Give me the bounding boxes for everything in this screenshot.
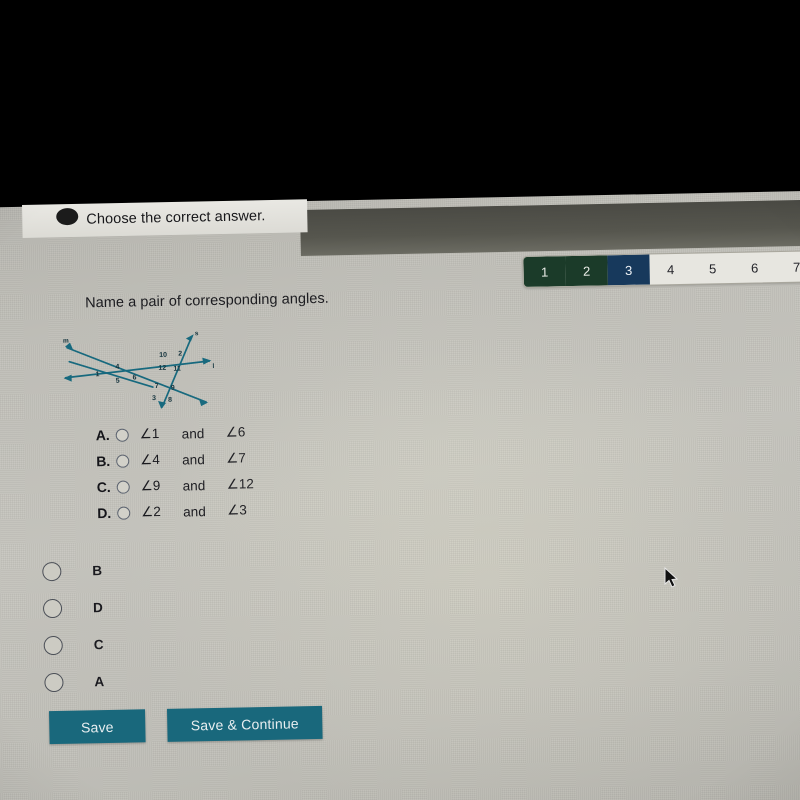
choice-d-angle2: ∠3 [227, 502, 247, 518]
quiz-content: 1 2 3 4 5 6 7 8 Name a pair of correspon… [0, 227, 800, 800]
choice-b-angle2: ∠7 [226, 450, 246, 466]
save-and-continue-button[interactable]: Save & Continue [166, 705, 323, 742]
nav-item-2[interactable]: 2 [565, 255, 608, 287]
angles-figure: m s l 1 4 5 6 10 2 12 11 7 9 3 8 [57, 328, 224, 411]
response-label-d: D [92, 600, 103, 616]
choice-letter-d: D. [97, 504, 112, 522]
choice-d-connector: and [183, 503, 206, 520]
response-option-a[interactable]: A [44, 663, 104, 701]
response-option-c[interactable]: C [43, 626, 104, 664]
choice-a-angle2: ∠6 [225, 424, 246, 440]
response-radio-c[interactable] [43, 635, 63, 656]
svg-text:5: 5 [116, 378, 120, 385]
response-option-d[interactable]: D [42, 589, 103, 627]
nav-item-4[interactable]: 4 [649, 254, 692, 285]
svg-text:8: 8 [168, 397, 172, 404]
choice-letter-c: C. [96, 478, 111, 496]
svg-text:2: 2 [178, 351, 182, 358]
answer-choice-c[interactable]: C. ∠9 and ∠12 [96, 471, 254, 500]
response-label-a: A [94, 674, 105, 690]
svg-text:6: 6 [133, 374, 137, 381]
choice-a-angle1: ∠1 [139, 425, 160, 442]
svg-text:1: 1 [95, 371, 99, 378]
svg-text:m: m [63, 338, 69, 345]
filled-circle-icon [56, 207, 79, 225]
choice-b-connector: and [182, 451, 205, 468]
response-option-b[interactable]: B [42, 552, 102, 590]
nav-item-7[interactable]: 7 [775, 251, 800, 282]
choice-a-connector: and [181, 425, 205, 442]
choice-letter-a: A. [95, 426, 110, 444]
svg-text:s: s [195, 330, 199, 337]
answer-choice-b[interactable]: B. ∠4 and ∠7 [96, 445, 254, 474]
svg-text:3: 3 [152, 395, 156, 402]
answer-choice-d[interactable]: D. ∠2 and ∠3 [97, 497, 255, 526]
svg-text:l: l [212, 363, 214, 370]
response-radio-d[interactable] [42, 598, 63, 619]
question-navigator[interactable]: 1 2 3 4 5 6 7 8 [522, 249, 800, 288]
choice-c-angle2: ∠12 [226, 476, 254, 492]
svg-text:7: 7 [155, 383, 159, 390]
choice-radio-a[interactable] [115, 428, 129, 442]
response-label-b: B [92, 563, 103, 579]
response-radio-a[interactable] [44, 672, 64, 693]
choice-radio-b[interactable] [116, 454, 130, 468]
choice-d-angle1: ∠2 [141, 503, 161, 520]
nav-item-6[interactable]: 6 [733, 252, 776, 283]
choice-letter-b: B. [96, 452, 111, 470]
choice-c-angle1: ∠9 [140, 477, 161, 494]
svg-text:10: 10 [159, 352, 167, 359]
photo-of-screen: Choose the correct answer. 1 2 3 4 5 6 7… [0, 0, 800, 800]
nav-item-5[interactable]: 5 [691, 253, 734, 284]
save-button[interactable]: Save [49, 709, 146, 745]
response-radio-b[interactable] [42, 561, 62, 582]
nav-item-3[interactable]: 3 [607, 254, 650, 286]
svg-text:11: 11 [173, 366, 181, 373]
answer-choice-list: A. ∠1 and ∠6 B. ∠4 and ∠7 C. ∠9 and ∠12 [95, 419, 254, 526]
question-prompt: Name a pair of corresponding angles. [85, 290, 329, 312]
choice-c-connector: and [182, 477, 206, 494]
choice-radio-c[interactable] [116, 480, 130, 494]
choose-correct-answer-banner: Choose the correct answer. [22, 199, 308, 238]
response-label-c: C [93, 637, 104, 653]
action-bar: Save Save & Continue [49, 705, 323, 745]
svg-text:4: 4 [115, 364, 119, 371]
choice-radio-d[interactable] [117, 506, 131, 520]
banner-label: Choose the correct answer. [86, 208, 266, 228]
choice-b-angle1: ∠4 [140, 451, 160, 468]
svg-text:9: 9 [171, 385, 175, 392]
answer-choice-a[interactable]: A. ∠1 and ∠6 [95, 419, 253, 448]
svg-text:12: 12 [158, 365, 166, 372]
response-radio-group[interactable]: B D C A [42, 552, 105, 701]
nav-item-1[interactable]: 1 [523, 256, 566, 287]
